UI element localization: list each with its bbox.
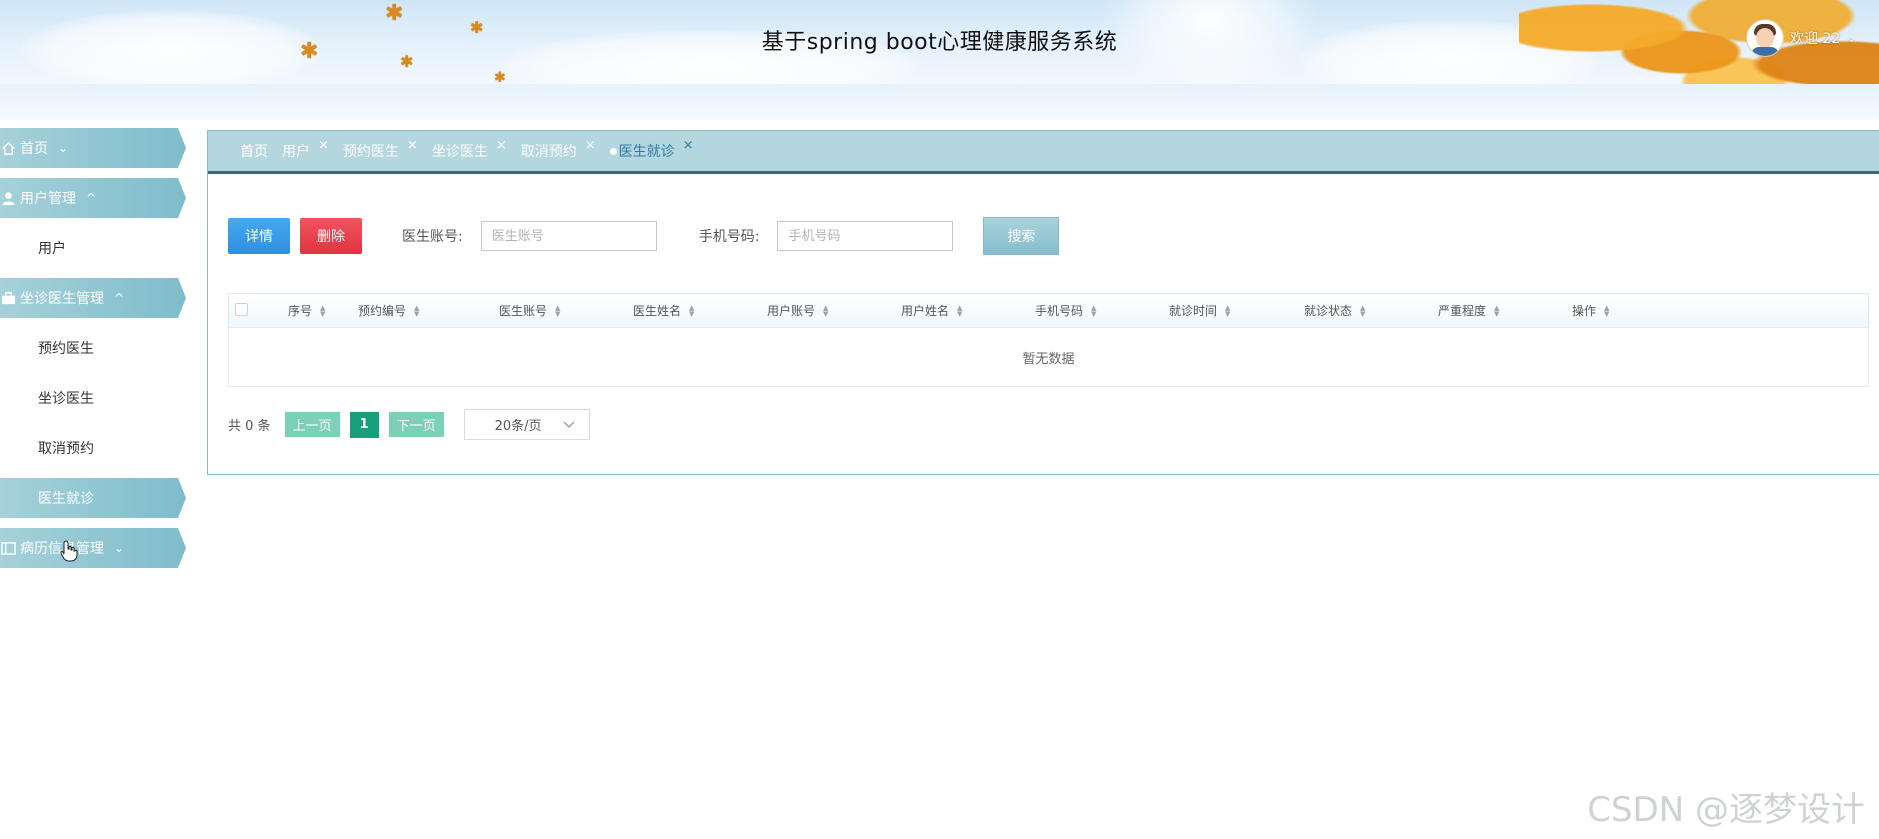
close-icon[interactable]: × bbox=[407, 138, 418, 153]
active-dot-icon bbox=[609, 147, 617, 155]
search-button[interactable]: 搜索 bbox=[983, 217, 1060, 255]
tab-user[interactable]: 用户 × bbox=[282, 138, 329, 161]
tab-resident-doctor[interactable]: 坐诊医生 × bbox=[431, 138, 507, 161]
next-page-button[interactable]: 下一页 bbox=[388, 412, 444, 437]
tab-bar: 首页 用户 × 预约医生 × 坐诊医生 × 取消预约 × 医生就诊 × bbox=[208, 131, 1879, 174]
sidebar-item-home[interactable]: 首页 ⌄ bbox=[0, 128, 186, 168]
prev-page-button[interactable]: 上一页 bbox=[284, 412, 340, 437]
data-table: 序号 ▲ ▼ 预约编号 ▲ ▼ 医生账号 ▲ ▼ 医生姓名 ▲ ▼ 用户账号 ▲ ▼ 用户姓名 ▲ ▼ … bbox=[228, 293, 1869, 387]
column-header[interactable]: 严重程度 ▲ ▼ bbox=[1438, 294, 1499, 327]
phone-input[interactable] bbox=[777, 221, 954, 251]
page-size-select[interactable]: 20条/页 bbox=[463, 409, 590, 440]
chevron-down-icon: ⌄ bbox=[114, 541, 125, 555]
close-icon[interactable]: × bbox=[496, 138, 507, 153]
sort-icon[interactable]: ▲ ▼ bbox=[957, 304, 962, 317]
leaf-icon: ✱ bbox=[494, 70, 506, 84]
column-header[interactable]: 用户姓名 ▲ ▼ bbox=[901, 294, 962, 327]
sort-icon[interactable]: ▲ ▼ bbox=[1225, 304, 1230, 317]
column-header[interactable]: 序号 ▲ ▼ bbox=[288, 294, 325, 327]
column-header[interactable]: 操作 ▲ ▼ bbox=[1572, 294, 1609, 327]
user-icon bbox=[0, 190, 16, 206]
delete-button[interactable]: 删除 bbox=[300, 218, 362, 254]
sort-icon[interactable]: ▲ ▼ bbox=[555, 304, 560, 317]
sidebar-item-medical-records[interactable]: 病历信息管理 ⌄ bbox=[0, 528, 186, 568]
app-header: ✱ ✱ ✱ ✱ ✱ 基于spring boot心理健康服务系统 欢迎 22 ⌄ bbox=[0, 0, 1879, 84]
hand-cursor-icon bbox=[60, 540, 78, 562]
sidebar-item-label: 首页 bbox=[20, 141, 48, 157]
sort-icon[interactable]: ▲ ▼ bbox=[414, 304, 419, 317]
sidebar-item-label: 坐诊医生管理 bbox=[20, 291, 104, 307]
tab-doctor-visit[interactable]: 医生就诊 × bbox=[609, 138, 694, 161]
app-title: 基于spring boot心理健康服务系统 bbox=[761, 30, 1118, 55]
sidebar-item-doctor-visit[interactable]: 医生就诊 bbox=[0, 478, 186, 518]
tab-label: 医生就诊 bbox=[618, 144, 675, 160]
empty-state-text: 暂无数据 bbox=[1022, 351, 1075, 367]
sidebar-menu: 首页 ⌄ 用户管理 ^ 用户 坐诊医生管理 ^ 预约医生 坐诊医生 取消预约 医… bbox=[0, 128, 190, 578]
column-header[interactable]: 用户账号 ▲ ▼ bbox=[767, 294, 828, 327]
column-header[interactable]: 预约编号 ▲ ▼ bbox=[358, 294, 419, 327]
tab-label: 预约医生 bbox=[342, 144, 399, 160]
column-header[interactable]: 就诊时间 ▲ ▼ bbox=[1169, 294, 1230, 327]
doctor-account-input[interactable] bbox=[480, 221, 657, 251]
content-panel: 首页 用户 × 预约医生 × 坐诊医生 × 取消预约 × 医生就诊 × 详情 删… bbox=[207, 130, 1879, 475]
sidebar-item-appointment[interactable]: 预约医生 bbox=[0, 328, 190, 368]
chevron-down-icon[interactable]: ⌄ bbox=[1846, 31, 1856, 45]
tab-label: 取消预约 bbox=[520, 144, 577, 160]
briefcase-icon bbox=[0, 290, 16, 306]
avatar[interactable] bbox=[1746, 19, 1784, 57]
detail-button[interactable]: 详情 bbox=[228, 218, 290, 254]
chevron-up-icon: ^ bbox=[86, 191, 97, 205]
tab-label: 首页 bbox=[240, 144, 268, 160]
page-number-button[interactable]: 1 bbox=[349, 411, 379, 438]
welcome-text: 欢迎 22 bbox=[1790, 31, 1841, 47]
close-icon[interactable]: × bbox=[585, 138, 596, 153]
tab-label: 坐诊医生 bbox=[431, 144, 488, 160]
sort-icon[interactable]: ▲ ▼ bbox=[320, 304, 325, 317]
total-count: 共 0 条 bbox=[228, 419, 271, 434]
sort-icon[interactable]: ▲ ▼ bbox=[1604, 304, 1609, 317]
column-header[interactable]: 医生姓名 ▲ ▼ bbox=[633, 294, 694, 327]
select-all-checkbox[interactable] bbox=[235, 303, 248, 316]
phone-label: 手机号码: bbox=[698, 229, 760, 245]
sort-icon[interactable]: ▲ ▼ bbox=[1360, 304, 1365, 317]
leaf-icon: ✱ bbox=[385, 1, 404, 26]
tab-home[interactable]: 首页 bbox=[240, 141, 268, 161]
sidebar-item-user[interactable]: 用户 bbox=[0, 228, 190, 268]
sort-icon[interactable]: ▲ ▼ bbox=[1494, 304, 1499, 317]
column-header[interactable]: 医生账号 ▲ ▼ bbox=[499, 294, 560, 327]
home-icon bbox=[0, 140, 16, 156]
sidebar-item-label: 用户管理 bbox=[20, 191, 76, 207]
chevron-down-icon: ⌄ bbox=[58, 141, 69, 155]
close-icon[interactable]: × bbox=[318, 138, 329, 153]
pagination: 共 0 条 上一页 1 下一页 20条/页 bbox=[228, 409, 590, 440]
sort-icon[interactable]: ▲ ▼ bbox=[689, 304, 694, 317]
tab-cancel-appointment[interactable]: 取消预约 × bbox=[520, 138, 596, 161]
doctor-account-label: 医生账号: bbox=[402, 229, 463, 245]
sidebar-item-cancel-appointment[interactable]: 取消预约 bbox=[0, 428, 190, 468]
page-size-value: 20条/页 bbox=[494, 419, 542, 434]
user-menu[interactable]: 欢迎 22 ⌄ bbox=[1746, 19, 1856, 57]
search-toolbar: 详情 删除 医生账号: 手机号码: 搜索 bbox=[228, 217, 1060, 255]
sidebar-item-resident-doctor[interactable]: 坐诊医生 bbox=[0, 378, 190, 418]
leaf-icon: ✱ bbox=[400, 52, 414, 71]
tab-label: 用户 bbox=[282, 144, 310, 160]
sidebar-item-user-management[interactable]: 用户管理 ^ bbox=[0, 178, 186, 218]
watermark: CSDN @逐梦设计 bbox=[1587, 790, 1865, 830]
sub-header-bar bbox=[0, 84, 1879, 120]
table-header: 序号 ▲ ▼ 预约编号 ▲ ▼ 医生账号 ▲ ▼ 医生姓名 ▲ ▼ 用户账号 ▲ ▼ 用户姓名 ▲ ▼ … bbox=[229, 294, 1868, 328]
column-header[interactable]: 就诊状态 ▲ ▼ bbox=[1304, 294, 1365, 327]
sidebar-item-doctor-management[interactable]: 坐诊医生管理 ^ bbox=[0, 278, 186, 318]
chevron-down-icon bbox=[563, 421, 575, 428]
sort-icon[interactable]: ▲ ▼ bbox=[1091, 304, 1096, 317]
tab-appointment[interactable]: 预约医生 × bbox=[342, 138, 418, 161]
chevron-up-icon: ^ bbox=[114, 291, 125, 305]
sort-icon[interactable]: ▲ ▼ bbox=[823, 304, 828, 317]
close-icon[interactable]: × bbox=[683, 138, 694, 153]
column-header[interactable]: 手机号码 ▲ ▼ bbox=[1035, 294, 1096, 327]
list-icon bbox=[0, 540, 16, 556]
